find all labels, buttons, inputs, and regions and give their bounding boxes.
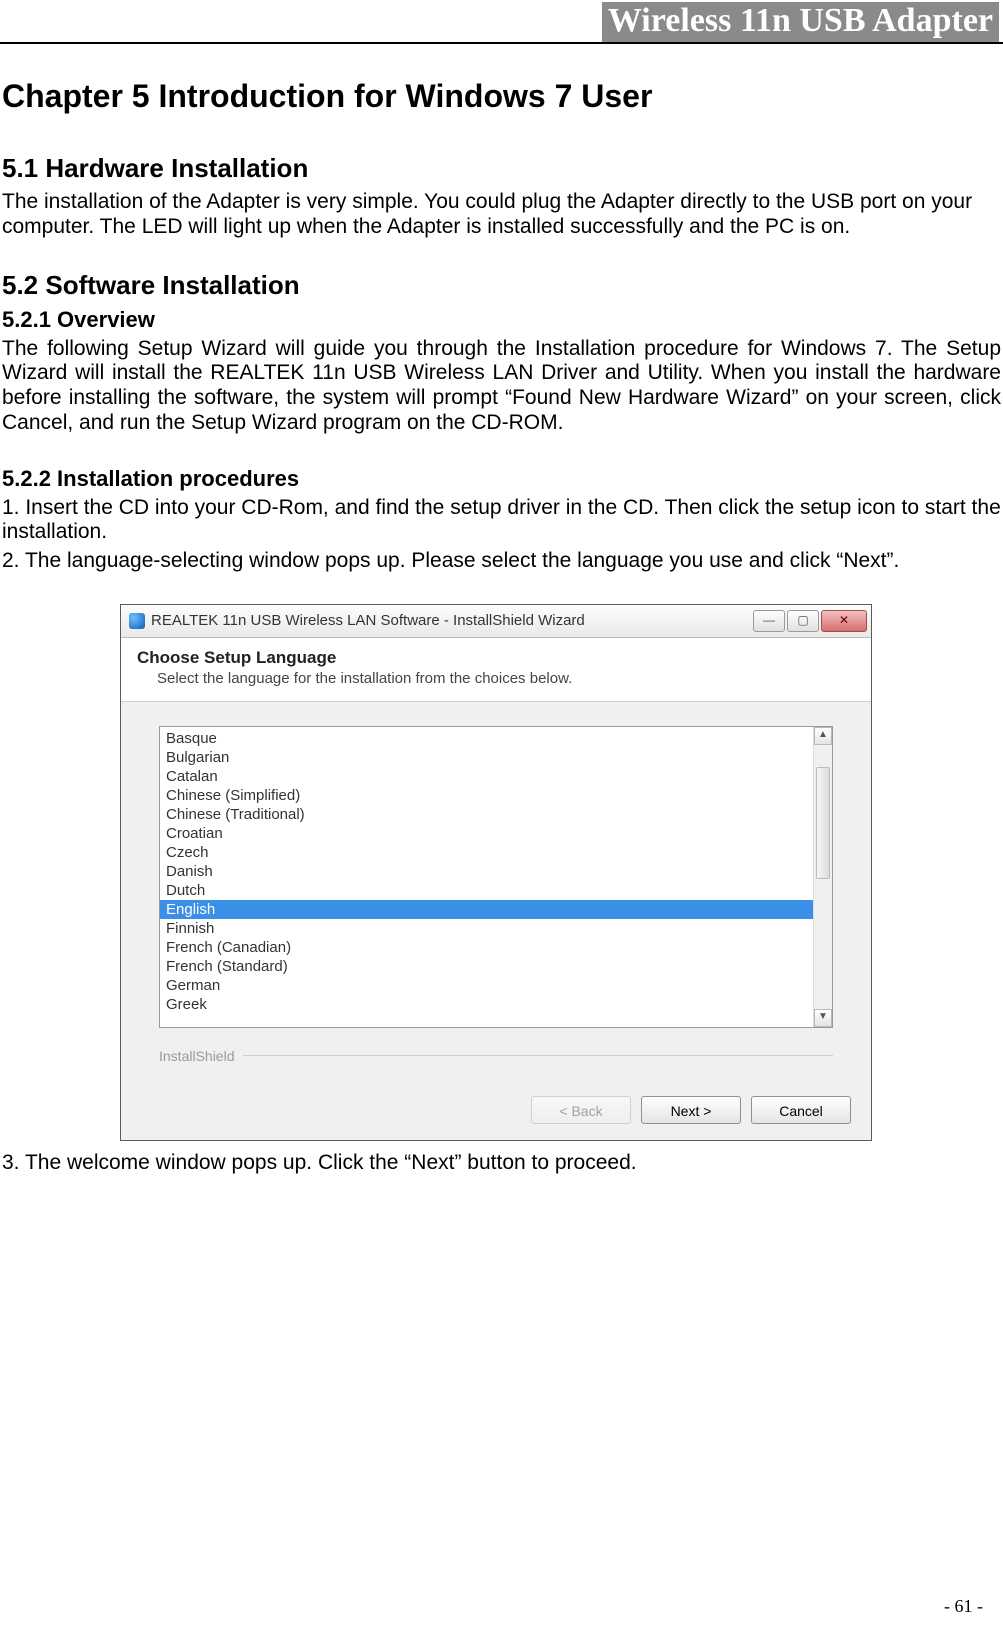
page-number: - 61 -	[944, 1596, 983, 1617]
back-button: < Back	[531, 1096, 631, 1124]
window-buttons: — ▢ ✕	[753, 610, 867, 632]
chapter-title: Chapter 5 Introduction for Windows 7 Use…	[2, 78, 1003, 115]
language-option[interactable]: Dutch	[160, 881, 813, 900]
page-header: Wireless 11n USB Adapter	[0, 0, 1003, 42]
language-option[interactable]: German	[160, 976, 813, 995]
procedure-step-3: 3. The welcome window pops up. Click the…	[2, 1151, 1001, 1175]
maximize-button[interactable]: ▢	[787, 610, 819, 632]
subsection-5-2-1-title: 5.2.1 Overview	[2, 307, 1003, 333]
language-option[interactable]: Basque	[160, 729, 813, 748]
language-list-box[interactable]: BasqueBulgarianCatalanChinese (Simplifie…	[159, 726, 833, 1028]
header-rule	[0, 42, 1003, 44]
close-button[interactable]: ✕	[821, 610, 867, 632]
language-option[interactable]: English	[160, 900, 813, 919]
section-5-1-body: The installation of the Adapter is very …	[2, 190, 1001, 240]
subsection-5-2-1-body: The following Setup Wizard will guide yo…	[2, 337, 1001, 436]
procedure-step-1: 1. Insert the CD into your CD-Rom, and f…	[2, 496, 1001, 546]
dialog-separator: InstallShield	[159, 1048, 833, 1064]
installshield-brand: InstallShield	[159, 1048, 235, 1064]
language-option[interactable]: Czech	[160, 843, 813, 862]
minimize-button[interactable]: —	[753, 610, 785, 632]
scroll-thumb[interactable]	[816, 767, 830, 879]
header-title: Wireless 11n USB Adapter	[602, 2, 999, 42]
scrollbar[interactable]: ▲ ▼	[813, 727, 832, 1027]
language-option[interactable]: Bulgarian	[160, 748, 813, 767]
dialog-header: Choose Setup Language Select the languag…	[121, 638, 871, 702]
section-5-2-title: 5.2 Software Installation	[2, 270, 1003, 301]
language-option[interactable]: Greek	[160, 995, 813, 1014]
language-option[interactable]: Croatian	[160, 824, 813, 843]
next-button[interactable]: Next >	[641, 1096, 741, 1124]
language-option[interactable]: French (Canadian)	[160, 938, 813, 957]
dialog-header-sub: Select the language for the installation…	[157, 670, 855, 687]
scroll-up-button[interactable]: ▲	[814, 727, 832, 745]
language-option[interactable]: Finnish	[160, 919, 813, 938]
language-option[interactable]: Chinese (Simplified)	[160, 786, 813, 805]
subsection-5-2-2-title: 5.2.2 Installation procedures	[2, 466, 1003, 492]
install-wizard-dialog: REALTEK 11n USB Wireless LAN Software - …	[120, 604, 872, 1141]
app-icon	[129, 613, 145, 629]
language-option[interactable]: Chinese (Traditional)	[160, 805, 813, 824]
procedure-step-2: 2. The language-selecting window pops up…	[2, 549, 1001, 574]
language-option[interactable]: French (Standard)	[160, 957, 813, 976]
cancel-button[interactable]: Cancel	[751, 1096, 851, 1124]
dialog-titlebar[interactable]: REALTEK 11n USB Wireless LAN Software - …	[121, 605, 871, 638]
language-option[interactable]: Danish	[160, 862, 813, 881]
section-5-1-title: 5.1 Hardware Installation	[2, 153, 1003, 184]
scroll-down-button[interactable]: ▼	[814, 1009, 832, 1027]
dialog-button-row: < Back Next > Cancel	[121, 1082, 871, 1140]
language-option[interactable]: Catalan	[160, 767, 813, 786]
dialog-header-main: Choose Setup Language	[137, 648, 855, 668]
dialog-title: REALTEK 11n USB Wireless LAN Software - …	[151, 612, 753, 629]
